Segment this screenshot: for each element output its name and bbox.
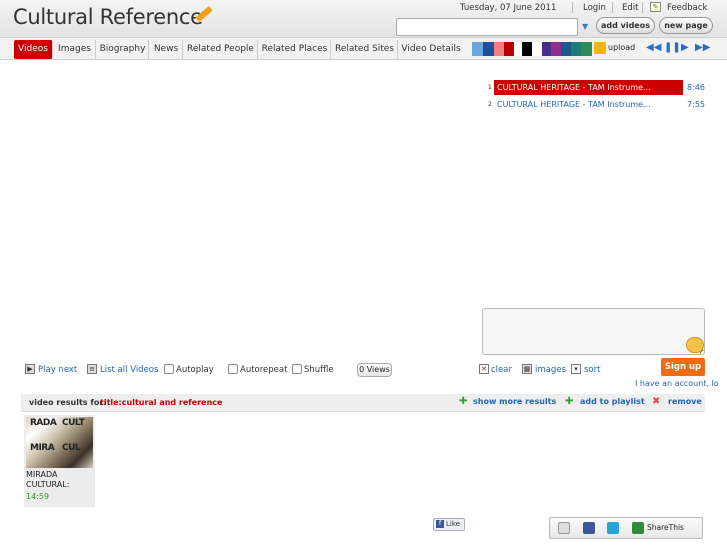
tab-images[interactable]: Images xyxy=(54,40,96,59)
facebook-icon: f xyxy=(436,520,444,528)
shuffle-checkbox[interactable] xyxy=(292,364,302,374)
facebook-share-icon[interactable] xyxy=(583,522,595,534)
play-next-icon[interactable]: ▶ xyxy=(25,364,35,374)
tab-news[interactable]: News xyxy=(150,40,183,59)
send-icon[interactable] xyxy=(686,337,704,353)
playlist-duration: 8:46 xyxy=(687,83,705,92)
tab-related-people[interactable]: Related People xyxy=(184,40,258,59)
tab-videos[interactable]: Videos xyxy=(14,40,53,59)
video-card-title[interactable]: MIRADA CULTURAL: xyxy=(26,470,94,490)
playlist-number: 2 xyxy=(487,100,492,108)
new-page-button[interactable]: new page xyxy=(659,17,713,34)
sharethis-label[interactable]: ShareThis xyxy=(647,523,684,532)
facebook-like-button[interactable]: f Like xyxy=(433,518,465,531)
have-account-link[interactable]: I have an account, lo xyxy=(635,379,727,388)
feedback-link[interactable]: Feedback xyxy=(667,3,707,13)
video-player-area[interactable] xyxy=(14,66,474,354)
tab-biography[interactable]: Biography xyxy=(97,40,149,59)
rewind-icon[interactable]: ◀◀ xyxy=(646,42,661,53)
play-icon[interactable]: ▶ xyxy=(681,42,689,53)
playlist-item[interactable]: 2 CULTURAL HERITAGE - TAM Instrume... 7:… xyxy=(484,97,705,112)
twitter-icon[interactable] xyxy=(607,522,619,534)
playlist-number: 1 xyxy=(487,83,492,91)
color-swatch[interactable] xyxy=(581,42,592,56)
thumbnail-text: CUL xyxy=(62,443,81,453)
video-thumbnail[interactable]: RADA CULT MIRA CUL xyxy=(26,417,93,468)
sort-link[interactable]: sort xyxy=(584,365,600,376)
views-count: 0 Views xyxy=(357,363,392,377)
signup-button[interactable]: Sign up xyxy=(661,358,705,376)
plus-icon[interactable]: ✚ xyxy=(565,396,573,407)
current-date: Tuesday, 07 June 2011 xyxy=(460,3,557,13)
autorepeat-checkbox[interactable] xyxy=(228,364,238,374)
shuffle-label: Shuffle xyxy=(304,365,334,375)
playlist-title[interactable]: CULTURAL HERITAGE - TAM Instrume... xyxy=(494,80,683,95)
like-label: Like xyxy=(446,520,460,528)
email-icon[interactable] xyxy=(558,522,570,534)
results-label: video results for: xyxy=(29,398,107,407)
tab-video-details[interactable]: Video Details xyxy=(399,40,463,59)
autorepeat-label: Autorepeat xyxy=(240,365,288,375)
sharethis-icon[interactable] xyxy=(632,522,644,534)
images-link[interactable]: images xyxy=(535,365,566,376)
site-title[interactable]: Cultural Reference xyxy=(13,5,203,29)
comment-input[interactable] xyxy=(482,308,705,355)
search-input[interactable] xyxy=(396,18,578,36)
upload-link[interactable]: upload xyxy=(608,43,635,52)
show-more-results-link[interactable]: show more results xyxy=(473,397,556,406)
search-dropdown-icon[interactable]: ▼ xyxy=(582,22,588,31)
divider xyxy=(572,2,573,13)
color-swatch[interactable] xyxy=(472,42,483,56)
clear-icon[interactable]: ✕ xyxy=(479,364,489,374)
thumbnail-text: MIRA xyxy=(30,443,55,453)
fast-forward-icon[interactable]: ▶▶ xyxy=(695,42,710,53)
playlist-item[interactable]: 1 CULTURAL HERITAGE - TAM Instrume... 8:… xyxy=(484,80,705,95)
divider xyxy=(642,2,643,13)
thumbnail-text: RADA xyxy=(30,418,57,428)
video-card-duration: 14:59 xyxy=(26,492,50,501)
playlist-duration: 7:55 xyxy=(687,100,705,109)
list-icon[interactable]: ≡ xyxy=(87,364,97,374)
playlist-title[interactable]: CULTURAL HERITAGE - TAM Instrume... xyxy=(494,97,683,112)
thumbnail-text: CULT xyxy=(62,418,85,428)
sort-icon[interactable]: ▾ xyxy=(571,364,581,374)
plus-icon[interactable]: ✚ xyxy=(459,396,467,407)
list-all-videos-link[interactable]: List all Videos xyxy=(100,365,158,376)
login-link[interactable]: Login xyxy=(583,3,606,13)
remove-link[interactable]: remove xyxy=(668,397,702,406)
remove-icon[interactable]: ✖ xyxy=(652,396,660,407)
edit-link[interactable]: Edit xyxy=(622,3,638,13)
clear-link[interactable]: clear xyxy=(491,365,512,376)
divider xyxy=(612,2,613,13)
tab-related-sites[interactable]: Related Sites xyxy=(332,40,398,59)
images-icon[interactable]: ▦ xyxy=(522,364,532,374)
upload-icon[interactable] xyxy=(594,42,606,54)
color-swatch[interactable] xyxy=(483,42,494,56)
play-next-link[interactable]: Play next xyxy=(38,365,77,376)
feedback-icon[interactable]: ✎ xyxy=(650,2,661,12)
tab-related-places[interactable]: Related Places xyxy=(259,40,331,59)
add-to-playlist-link[interactable]: add to playlist xyxy=(580,397,645,406)
add-videos-button[interactable]: add videos xyxy=(596,17,655,34)
results-query: title:cultural and reference xyxy=(100,398,223,407)
pause-icon[interactable]: ❚❚ xyxy=(664,42,681,53)
autoplay-label: Autoplay xyxy=(176,365,214,375)
autoplay-checkbox[interactable] xyxy=(164,364,174,374)
